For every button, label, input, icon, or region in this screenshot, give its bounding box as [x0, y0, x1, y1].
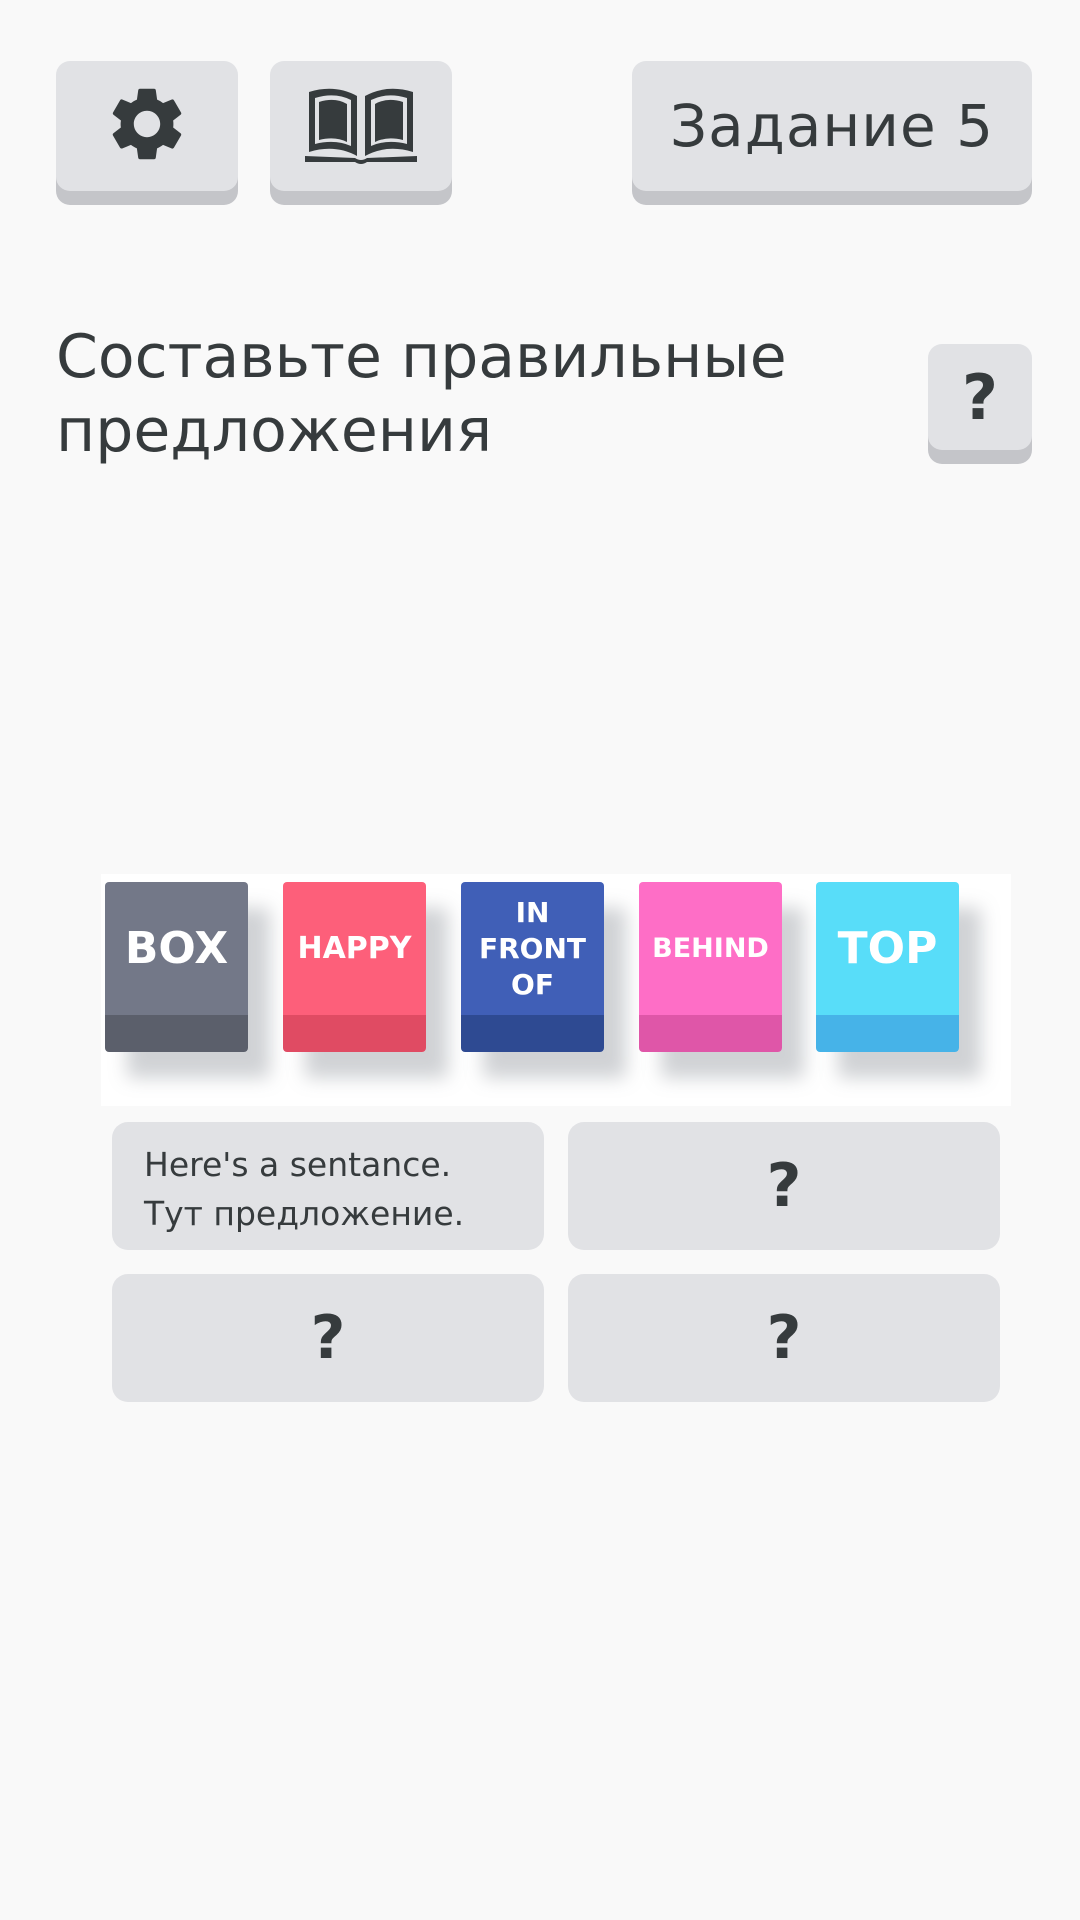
help-button[interactable]: ? — [928, 344, 1032, 450]
answer-placeholder: ? — [766, 1303, 802, 1373]
page-title: Составьте правильные предложения — [56, 322, 787, 466]
word-block-label: BOX — [105, 882, 248, 1015]
word-block-label: IN FRONT OF — [461, 882, 604, 1015]
answer-placeholder: ? — [766, 1151, 802, 1221]
answer-card-4[interactable]: ? — [568, 1274, 1000, 1402]
word-block-base — [461, 1015, 604, 1052]
word-block: BEHIND — [639, 882, 782, 1052]
word-block-label: HAPPY — [283, 882, 426, 1015]
word-block: BOX — [105, 882, 248, 1052]
answer-placeholder: ? — [310, 1303, 346, 1373]
word-block-base — [639, 1015, 782, 1052]
word-blocks-image: BOX HAPPY IN FRONT OF BEHIND TOP — [101, 874, 1011, 1106]
help-label: ? — [962, 360, 998, 434]
gear-icon — [103, 80, 191, 172]
word-block: TOP — [816, 882, 959, 1052]
open-book-icon — [305, 82, 417, 170]
word-block-label: BEHIND — [639, 882, 782, 1015]
answer-card-2[interactable]: ? — [568, 1122, 1000, 1250]
word-block-base — [283, 1015, 426, 1052]
task-number-button[interactable]: Задание 5 — [632, 61, 1032, 191]
word-block-label: TOP — [816, 882, 959, 1015]
answer-russian-text: Тут предложение. — [144, 1194, 465, 1233]
answer-card-1[interactable]: Here's a sentance. Тут предложение. — [112, 1122, 544, 1250]
answer-english-text: Here's a sentance. — [144, 1145, 452, 1184]
book-button[interactable] — [270, 61, 452, 191]
task-label: Задание 5 — [669, 92, 994, 160]
word-block: HAPPY — [283, 882, 426, 1052]
word-block-base — [816, 1015, 959, 1052]
settings-button[interactable] — [56, 61, 238, 191]
word-block: IN FRONT OF — [461, 882, 604, 1052]
answer-card-3[interactable]: ? — [112, 1274, 544, 1402]
word-block-base — [105, 1015, 248, 1052]
